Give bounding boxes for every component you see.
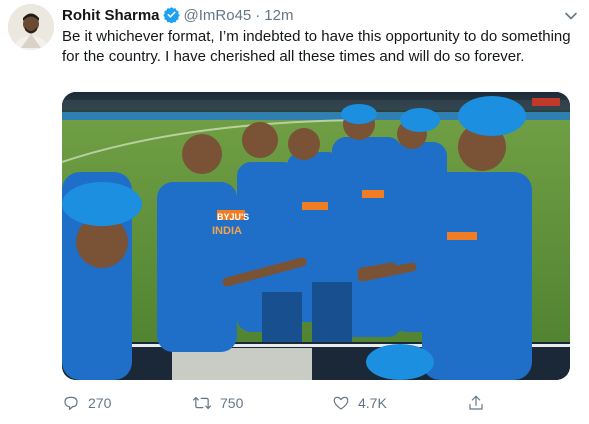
jersey-sponsor-text: BYJU'S <box>217 212 249 222</box>
jersey-country-text: INDIA <box>212 225 242 237</box>
tweet-timestamp[interactable]: 12m <box>264 7 293 24</box>
retweet-button[interactable]: 750 <box>192 394 243 412</box>
tweet-header: Rohit Sharma @ImRo45 · 12m <box>62 6 293 28</box>
reply-count: 270 <box>88 395 112 411</box>
author-name[interactable]: Rohit Sharma <box>62 7 160 24</box>
verified-badge-icon <box>162 6 180 28</box>
separator-dot: · <box>255 7 261 24</box>
avatar-portrait <box>8 4 54 50</box>
reply-icon <box>64 396 78 410</box>
avatar[interactable] <box>8 4 54 50</box>
tweet-actions: 270 750 4.7K <box>62 394 522 416</box>
tweet-card[interactable]: Rohit Sharma @ImRo45 · 12m Be it whichever … <box>0 0 589 424</box>
tweet-media[interactable]: BYJU'S INDIA <box>62 92 570 380</box>
reply-button[interactable]: 270 <box>62 394 111 412</box>
retweet-icon <box>192 397 212 410</box>
like-button[interactable]: 4.7K <box>332 394 387 412</box>
tweet-text: Be it whichever format, I’m indebted to … <box>62 28 571 65</box>
like-count: 4.7K <box>358 395 387 411</box>
share-icon <box>469 395 483 410</box>
author-handle[interactable]: @ImRo45 <box>184 7 252 24</box>
share-button[interactable] <box>467 394 493 412</box>
retweet-count: 750 <box>220 395 244 411</box>
team-huddle-photo: BYJU'S INDIA <box>62 92 570 380</box>
heart-icon <box>333 396 349 410</box>
chevron-down-icon[interactable] <box>563 8 579 24</box>
